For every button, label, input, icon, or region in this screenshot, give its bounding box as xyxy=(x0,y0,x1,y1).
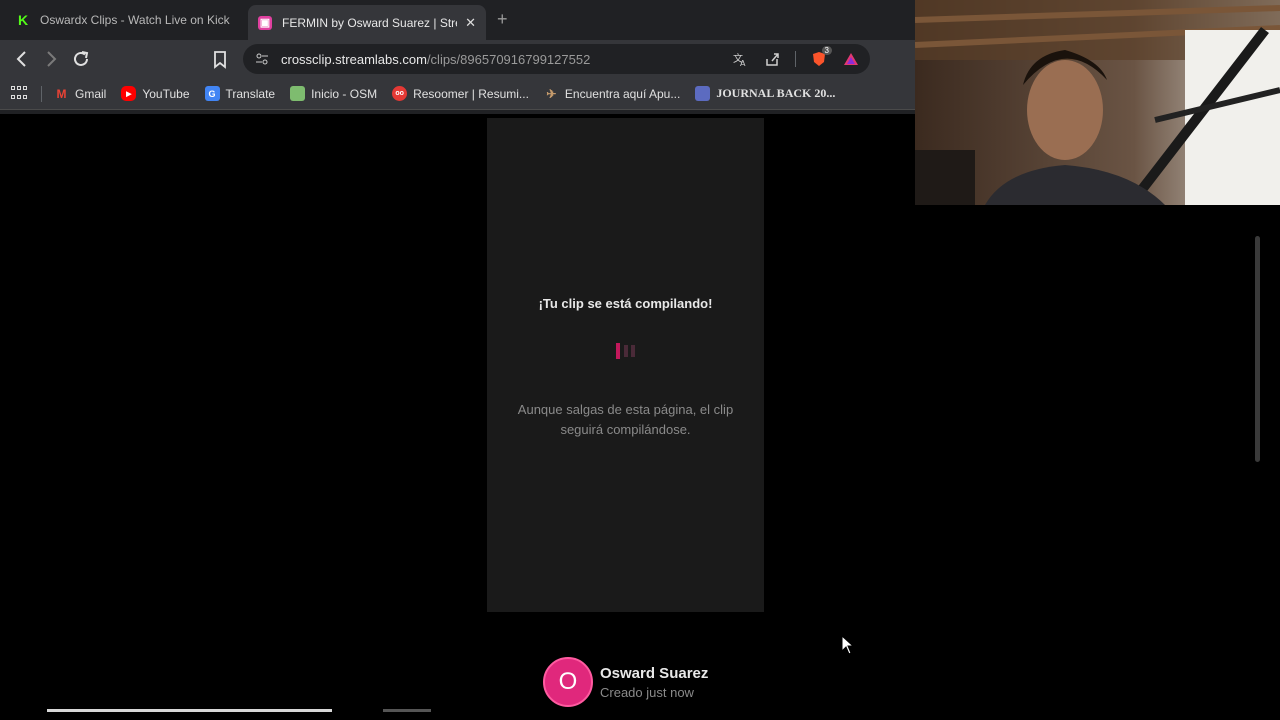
webcam-overlay xyxy=(915,0,1280,205)
shields-badge: 3 xyxy=(821,46,832,55)
address-bar-actions: 文A 3 xyxy=(731,46,860,68)
url-path: /clips/896570916799127552 xyxy=(426,51,591,67)
horizontal-scrollbar-segment xyxy=(383,709,431,712)
gmail-icon: M xyxy=(56,86,67,101)
address-bar[interactable]: crossclip.streamlabs.com/clips/896570916… xyxy=(243,44,870,74)
clip-compiling-title: ¡Tu clip se está compilando! xyxy=(538,296,713,311)
browser-chrome: K Oswardx Clips - Watch Live on Kick ▣ F… xyxy=(0,0,915,114)
separator xyxy=(41,85,42,102)
author-name[interactable]: Osward Suarez xyxy=(600,665,708,682)
back-arrow-icon xyxy=(16,51,26,67)
close-tab-icon[interactable]: ✕ xyxy=(465,15,476,31)
apps-grid-icon[interactable] xyxy=(11,85,27,102)
clip-author: O Osward Suarez Creado just now xyxy=(543,657,708,707)
bookmark-label: JOURNAL BACK 20... xyxy=(716,86,836,100)
youtube-icon: ▶ xyxy=(121,86,137,101)
new-tab-button[interactable]: + xyxy=(497,9,508,30)
osm-icon xyxy=(290,86,306,101)
loading-spinner-icon xyxy=(616,343,638,359)
browser-toolbar: crossclip.streamlabs.com/clips/896570916… xyxy=(0,40,915,78)
brave-rewards-icon[interactable] xyxy=(842,50,860,68)
kick-icon: K xyxy=(17,12,29,28)
clip-compiling-note: Aunque salgas de esta página, el clip se… xyxy=(517,402,734,437)
clip-preview-card: ¡Tu clip se está compilando! Aunque salg… xyxy=(487,118,764,612)
translate-page-icon[interactable]: 文A xyxy=(731,50,749,68)
svg-text:A: A xyxy=(740,59,746,67)
bookmark-label: Resoomer | Resumi... xyxy=(413,86,529,101)
tab-title: Oswardx Clips - Watch Live on Kick xyxy=(40,13,230,27)
bookmark-journal[interactable]: JOURNAL BACK 20... xyxy=(695,86,835,101)
apuntes-icon: ✈ xyxy=(546,86,557,101)
bookmark-translate[interactable]: G Translate xyxy=(204,86,276,101)
bookmark-label: Inicio - OSM xyxy=(311,86,378,101)
webcam-image xyxy=(915,0,1280,205)
journal-icon xyxy=(695,86,711,101)
tab-strip: K Oswardx Clips - Watch Live on Kick ▣ F… xyxy=(0,0,915,40)
bookmark-osm[interactable]: Inicio - OSM xyxy=(290,86,377,101)
bookmark-label: Gmail xyxy=(75,86,107,101)
site-info-icon[interactable] xyxy=(255,52,269,66)
streamlabs-icon: ▣ xyxy=(258,15,272,30)
forward-arrow-icon xyxy=(47,51,57,67)
url-text: crossclip.streamlabs.com/clips/896570916… xyxy=(281,52,590,67)
brave-shields-icon[interactable]: 3 xyxy=(810,46,832,68)
url-host: crossclip.streamlabs.com xyxy=(281,51,427,67)
reload-icon xyxy=(74,51,89,66)
bookmark-youtube[interactable]: ▶ YouTube xyxy=(121,86,190,101)
bookmark-icon xyxy=(214,51,226,69)
bookmark-apuntes[interactable]: ✈ Encuentra aquí Apu... xyxy=(544,86,680,101)
resoomer-icon: oo xyxy=(392,86,408,101)
back-button[interactable] xyxy=(11,48,33,70)
tab-streamlabs-clip[interactable]: ▣ FERMIN by Osward Suarez | Stre ✕ xyxy=(248,5,486,40)
bookmark-resoomer[interactable]: oo Resoomer | Resumi... xyxy=(392,86,529,101)
bookmark-button[interactable] xyxy=(209,48,231,70)
forward-button[interactable] xyxy=(40,48,62,70)
tab-title: FERMIN by Osward Suarez | Stre xyxy=(282,15,458,30)
tab-kick-clips[interactable]: K Oswardx Clips - Watch Live on Kick xyxy=(6,5,244,35)
author-info: Osward Suarez Creado just now xyxy=(600,665,708,700)
share-icon[interactable] xyxy=(763,50,781,68)
avatar[interactable]: O xyxy=(543,657,593,707)
horizontal-scrollbar-thumb[interactable] xyxy=(47,709,332,712)
bookmark-gmail[interactable]: M Gmail xyxy=(54,86,107,101)
reload-button[interactable] xyxy=(70,48,92,70)
bookmarks-bar: M Gmail ▶ YouTube G Translate Inicio - OSM … xyxy=(0,78,915,110)
translate-icon: G xyxy=(204,86,220,101)
separator xyxy=(795,51,796,67)
vertical-scrollbar[interactable] xyxy=(1255,236,1260,462)
bookmark-label: Encuentra aquí Apu... xyxy=(564,86,681,101)
bookmark-label: Translate xyxy=(225,86,276,101)
created-timestamp: Creado just now xyxy=(600,684,694,700)
bookmark-label: YouTube xyxy=(142,86,190,101)
mouse-cursor-icon xyxy=(841,635,855,655)
